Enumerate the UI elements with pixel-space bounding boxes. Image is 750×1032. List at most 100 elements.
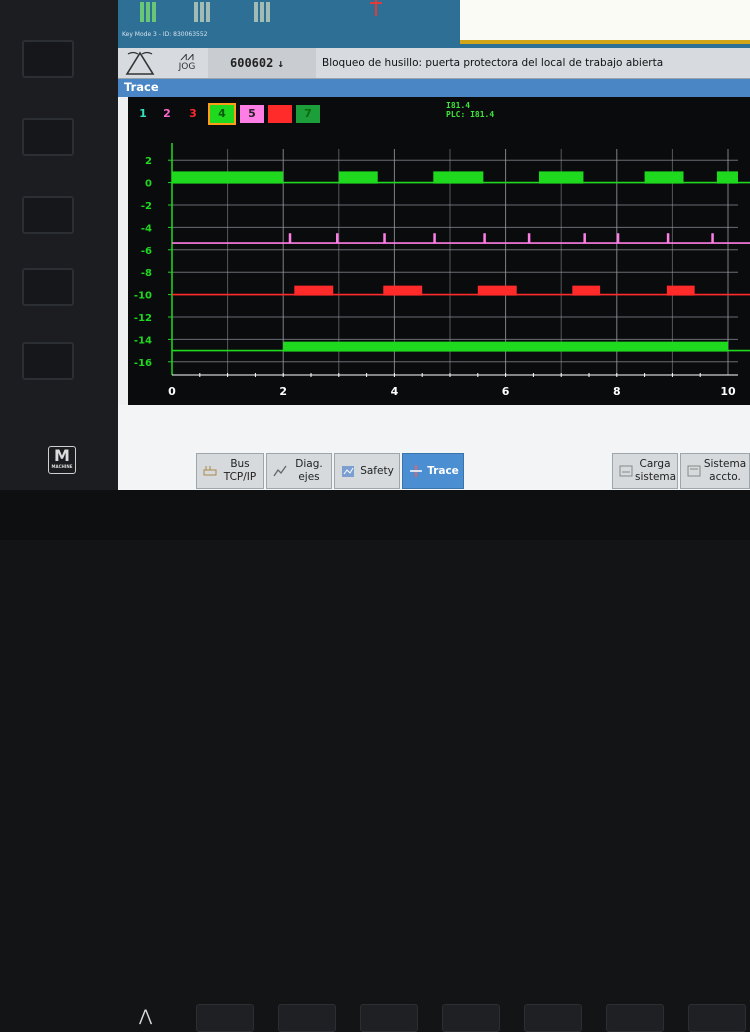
trace-2-pulse (666, 233, 670, 244)
bezel-key[interactable] (196, 1004, 254, 1032)
x-tick-label: 8 (613, 385, 621, 398)
trace-2-pulse (383, 233, 386, 244)
softkey-label-line1: Diag. (295, 458, 323, 470)
alarm-icon[interactable] (124, 50, 156, 76)
trace-4-pulse (283, 341, 728, 352)
softkey-safety[interactable]: Safety (334, 453, 400, 489)
status-indicator (194, 2, 212, 22)
softkey-panel: Bus TCP/IP Diag. ejes Safety Trace Carga sistem… (118, 405, 750, 490)
alarm-number-value: 600602 (230, 56, 274, 70)
x-tick-label: 2 (279, 385, 287, 398)
y-tick-label: -8 (141, 268, 152, 279)
y-tick-label: -2 (141, 201, 152, 212)
up-arrow-icon[interactable]: ⋀ (139, 1006, 152, 1025)
trace-1-pulse (716, 171, 738, 184)
status-indicator (254, 2, 272, 22)
safety-icon (342, 466, 354, 477)
trace-3-pulse (383, 285, 423, 296)
trace-3-pulse (666, 285, 695, 296)
diagnostics-icon (273, 465, 287, 477)
softkey-trace[interactable]: Trace (402, 453, 464, 489)
tool-marker (370, 2, 382, 4)
softkey-label: Sistema accto. (703, 458, 747, 484)
trace-3-pulse (477, 285, 517, 296)
trace-icon (410, 465, 422, 477)
trace-panel: 1234567 I81.4 PLC: I81.4 2 0 -2 -4 -6 -8 -10 -1… (128, 97, 750, 405)
bezel-key[interactable] (606, 1004, 664, 1032)
trace-2-pulse (288, 233, 292, 244)
softkey-label: Bus TCP/IP (219, 458, 261, 484)
bezel-key[interactable] (524, 1004, 582, 1032)
alarm-number[interactable]: 600602 ↓ (208, 48, 316, 78)
bezel-key[interactable] (22, 196, 74, 234)
bus-icon (203, 466, 217, 476)
trace-2-pulse (527, 233, 531, 244)
bezel-key[interactable] (688, 1004, 746, 1032)
softkey-diag[interactable]: Diag. ejes (266, 453, 332, 489)
x-tick-label: 10 (720, 385, 736, 398)
y-tick-label: -16 (134, 358, 152, 369)
trace-2-pulse (433, 233, 436, 244)
bezel-key[interactable] (360, 1004, 418, 1032)
machine-bezel: M MACHINE (0, 0, 118, 540)
top-status-strip: Key Mode 3 - ID: 830063552 (118, 0, 750, 48)
softkey-bus[interactable]: Bus TCP/IP (196, 453, 264, 489)
bezel-key[interactable] (442, 1004, 500, 1032)
window-title: Trace (124, 80, 159, 94)
machine-logo: M MACHINE (48, 446, 76, 474)
softkey-sistema[interactable]: Sistema accto. (680, 453, 750, 489)
softkey-label-line2: accto. (709, 471, 741, 483)
mode-label: JOG (178, 62, 196, 72)
y-tick-label: 2 (145, 156, 152, 167)
softkey-carga[interactable]: Carga sistema (612, 453, 678, 489)
bezel-key[interactable] (22, 268, 74, 306)
bezel-key[interactable] (22, 118, 74, 156)
y-tick-label: -14 (134, 335, 152, 346)
softkey-label-line1: Safety (360, 465, 394, 477)
bezel-bottom: ⋀ (0, 490, 750, 1032)
alarm-message: Bloqueo de husillo: puerta protectora de… (322, 57, 664, 69)
x-tick-label: 4 (391, 385, 399, 398)
load-icon (619, 465, 633, 477)
trace-2-pulse (483, 233, 486, 244)
bezel-key[interactable] (22, 342, 74, 380)
y-tick-label: 0 (145, 179, 152, 190)
trace-chart[interactable]: 2 0 -2 -4 -6 -8 -10 -12 -14 -16 0 2 4 6 8 10 (128, 97, 750, 405)
trace-1-pulse (338, 171, 378, 184)
y-tick-label: -10 (134, 291, 152, 302)
trace-3-pulse (294, 285, 334, 296)
softkey-label: Trace (425, 465, 461, 478)
arrow-down-icon: ↓ (277, 57, 284, 70)
system-icon (687, 465, 701, 477)
softkey-label-line2: TCP/IP (223, 471, 257, 483)
y-tick-label: -6 (141, 246, 152, 257)
trace-1-pulse (433, 171, 484, 184)
softkey-label-line1: Carga (639, 458, 671, 470)
y-tick-label: -4 (141, 223, 152, 234)
x-tick-label: 0 (168, 385, 176, 398)
softkey-label: Safety (357, 465, 397, 478)
softkey-label-line2: ejes (298, 471, 320, 483)
status-indicator (140, 2, 158, 22)
x-tick-label: 6 (502, 385, 510, 398)
trace-3-pulse (572, 285, 601, 296)
y-tick-label: -12 (134, 313, 152, 324)
jog-icon: ⩘⩘ (180, 49, 194, 63)
softkey-label: Carga sistema (635, 458, 677, 484)
trace-1-pulse (644, 171, 684, 184)
softkey-label-line1: Sistema (703, 458, 747, 470)
message-box (460, 0, 750, 44)
bezel-key[interactable] (278, 1004, 336, 1032)
window-title-bar: Trace (118, 79, 750, 97)
softkey-label-line1: Bus (230, 458, 250, 470)
trace-2-pulse (616, 233, 620, 244)
softkey-label: Diag. ejes (289, 458, 329, 484)
softkey-label-line1: Trace (427, 465, 459, 477)
softkey-label-line2: sistema (635, 471, 677, 483)
key-mode-label: Key Mode 3 - ID: 830063552 (122, 31, 208, 38)
trace-2-pulse (336, 233, 339, 244)
trace-2-pulse (711, 233, 714, 244)
trace-1-pulse (172, 171, 284, 184)
trace-2-pulse (583, 233, 586, 244)
bezel-key[interactable] (22, 40, 74, 78)
